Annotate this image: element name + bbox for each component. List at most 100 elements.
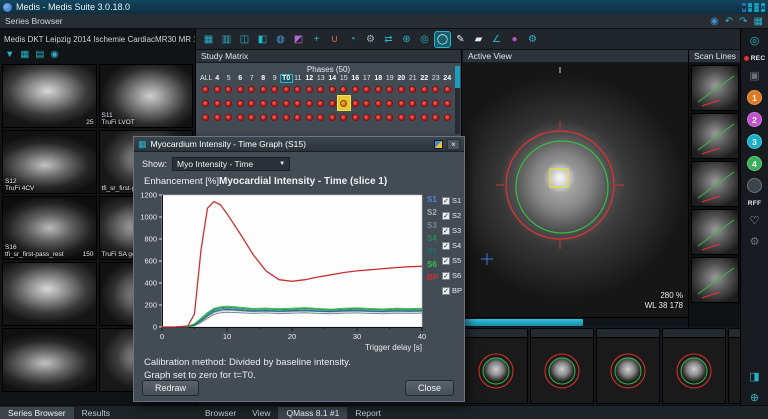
filmstrip-thumbnail[interactable] [596,328,660,404]
app-tab-report[interactable]: Report [347,407,389,419]
matrix-cell[interactable] [292,96,304,110]
matrix-cell[interactable] [442,96,454,110]
layers-icon[interactable]: ◨ [749,370,759,384]
probe-icon[interactable]: + [309,32,324,47]
bottom-tab-results[interactable]: Results [74,407,118,419]
matrix-cell[interactable] [338,82,350,96]
phase-column-14[interactable]: 14 [327,75,339,82]
settings-icon[interactable]: ⚙ [525,32,540,47]
filmstrip-thumbnail[interactable] [464,328,528,404]
phase-column-11[interactable]: 11 [292,75,304,82]
matrix-cell[interactable] [315,82,327,96]
series-thumbnail[interactable] [2,262,97,326]
phase-column-7[interactable]: 7 [246,75,258,82]
matrix-cell[interactable] [407,110,419,124]
matrix-cell[interactable] [430,110,442,124]
gear-icon[interactable]: ⚙ [750,235,760,249]
series-thumbnail[interactable]: 25 [2,64,97,128]
phase-column-4[interactable]: 4 [212,75,224,82]
phase-scrollbar[interactable] [463,317,688,327]
phase-column-5[interactable]: 5 [223,75,235,82]
phase-column-17[interactable]: 17 [361,75,373,82]
filmstrip-thumbnail[interactable] [530,328,594,404]
app-tab-qmass-8-1-1[interactable]: QMass 8.1 #1 [278,407,347,419]
contour-tool-icon[interactable]: ◯ [435,32,450,47]
matrix-cell[interactable] [407,96,419,110]
phase-column-22[interactable]: 22 [419,75,431,82]
matrix-cell[interactable] [200,82,212,96]
brush-icon[interactable]: ▰ [471,32,486,47]
matrix-cell[interactable] [200,96,212,110]
add-icon[interactable]: ⊕ [750,391,759,405]
checkbox-S6[interactable]: ✓S6 [442,268,466,283]
thumbnail-view-icon[interactable]: ▦ [20,49,29,60]
phase-column-6[interactable]: 6 [235,75,247,82]
globe-icon[interactable]: ◍ [273,32,288,47]
matrix-cell[interactable] [327,110,339,124]
matrix-cell[interactable] [246,96,258,110]
matrix-cell[interactable] [407,82,419,96]
matrix-cell[interactable] [350,96,362,110]
matrix-cell[interactable] [269,110,281,124]
matrix-cell[interactable] [396,110,408,124]
matrix-scrollbar[interactable] [455,66,460,134]
filmstrip-thumbnail[interactable] [662,328,726,404]
scan-line-thumbnail[interactable] [691,257,739,303]
matrix-cell[interactable] [442,82,454,96]
phase-column-18[interactable]: 18 [373,75,385,82]
matrix-cell[interactable] [361,82,373,96]
matrix-cell[interactable] [419,110,431,124]
preset-4-button[interactable]: 4 [747,156,762,171]
phase-column-ALL[interactable]: ALL [200,75,212,82]
system-menu-button[interactable]: ▾ [742,3,746,12]
phase-column-9[interactable]: 9 [269,75,281,82]
phase-column-24[interactable]: 24 [442,75,454,82]
matrix-cell[interactable] [258,82,270,96]
layout-grid-icon[interactable]: ▦ [754,16,763,27]
minimize-button[interactable]: – [748,3,752,12]
checkbox-S1[interactable]: ✓S1 [442,193,466,208]
matrix-cell[interactable] [442,110,454,124]
matrix-cell[interactable] [396,82,408,96]
target-icon[interactable]: ◎ [750,34,760,48]
matrix-cell[interactable] [246,82,258,96]
study-matrix-icon[interactable]: ▥ [219,32,234,47]
scan-line-thumbnail[interactable] [691,161,739,207]
matrix-cell[interactable] [315,110,327,124]
matrix-cell[interactable] [338,110,350,124]
matrix-cell[interactable] [384,82,396,96]
matrix-cell[interactable] [269,96,281,110]
active-view-header[interactable]: Active View [463,50,688,63]
filmstrip-thumbnail[interactable] [728,328,740,404]
scan-line-thumbnail[interactable] [691,209,739,255]
matrix-cell[interactable] [258,110,270,124]
scan-line-thumbnail[interactable] [691,65,739,111]
grid-icon[interactable]: ▣ [749,69,759,83]
orientation-icon[interactable]: ◔ [345,32,360,47]
phase-column-20[interactable]: 20 [396,75,408,82]
epicardial-contour[interactable] [506,131,614,239]
redraw-button[interactable]: Redraw [142,380,199,396]
series-thumbnail[interactable] [2,328,97,392]
filter-icon[interactable]: ▼ [5,49,14,60]
phase-column-15[interactable]: 15 [338,75,350,82]
matrix-cell[interactable] [212,96,224,110]
matrix-cell[interactable] [430,96,442,110]
matrix-cell[interactable] [258,96,270,110]
heart-icon[interactable]: ♡ [750,214,760,228]
checkbox-S2[interactable]: ✓S2 [442,208,466,223]
matrix-cell[interactable] [419,96,431,110]
matrix-cell[interactable] [384,96,396,110]
scan-line-thumbnail[interactable] [691,113,739,159]
magnet-icon[interactable]: ∪ [327,32,342,47]
matrix-cell[interactable] [281,110,293,124]
phase-column-19[interactable]: 19 [384,75,396,82]
roi-box[interactable] [550,169,568,187]
checkbox-S5[interactable]: ✓S5 [442,253,466,268]
matrix-cell[interactable] [269,82,281,96]
matrix-cell[interactable] [361,110,373,124]
matrix-cell[interactable] [304,82,316,96]
matrix-cell[interactable] [304,96,316,110]
maximize-button[interactable]: □ [754,3,759,12]
matrix-cell[interactable] [292,110,304,124]
